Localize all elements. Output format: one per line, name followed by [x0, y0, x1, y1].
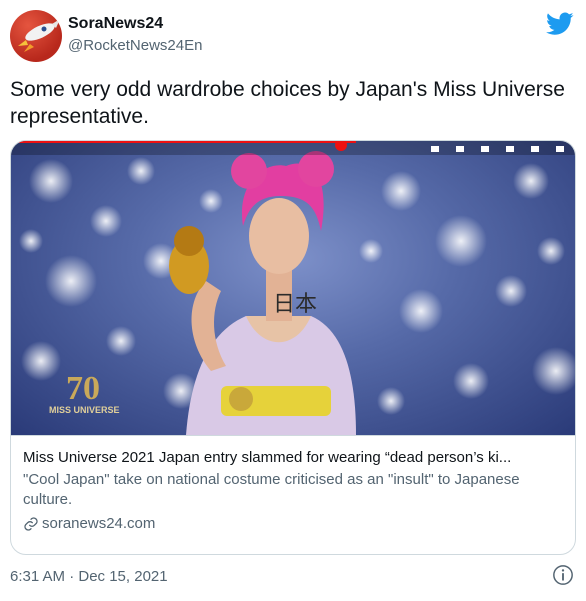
card-description: "Cool Japan" take on national costume cr… [23, 471, 520, 508]
timestamp[interactable]: 6:31 AM · Dec 15, 2021 [10, 568, 168, 585]
card-image[interactable]: 日本 70 MISS UNIVERSE [11, 141, 576, 435]
display-name[interactable]: SoraNews24 [68, 14, 202, 34]
card-title[interactable]: Miss Universe 2021 Japan entry slammed f… [23, 448, 565, 468]
body-text-overlay: 日本 [273, 292, 317, 317]
link-icon [24, 517, 38, 531]
account-names[interactable]: SoraNews24 @RocketNews24En [68, 14, 202, 56]
rocket-avatar-icon[interactable] [10, 10, 62, 62]
card-domain[interactable]: soranews24.com [23, 514, 565, 534]
domain-text[interactable]: soranews24.com [42, 514, 155, 534]
watermark-number: 70 [66, 370, 100, 407]
twitter-bird-icon[interactable] [546, 12, 574, 36]
watermark-text: MISS UNIVERSE [49, 405, 120, 415]
tweet-header: SoraNews24 @RocketNews24En [10, 8, 576, 64]
tweet-footer: 6:31 AM · Dec 15, 2021 [10, 562, 576, 590]
tweet-text: Some very odd wardrobe choices by Japan'… [10, 78, 565, 128]
video-progress-bar[interactable] [11, 141, 576, 155]
info-icon[interactable] [552, 564, 574, 586]
card-body[interactable]: Miss Universe 2021 Japan entry slammed f… [11, 435, 575, 554]
link-card[interactable]: 日本 70 MISS UNIVERSE Miss Universe 2021 J… [10, 140, 576, 555]
handle[interactable]: @RocketNews24En [68, 36, 202, 56]
